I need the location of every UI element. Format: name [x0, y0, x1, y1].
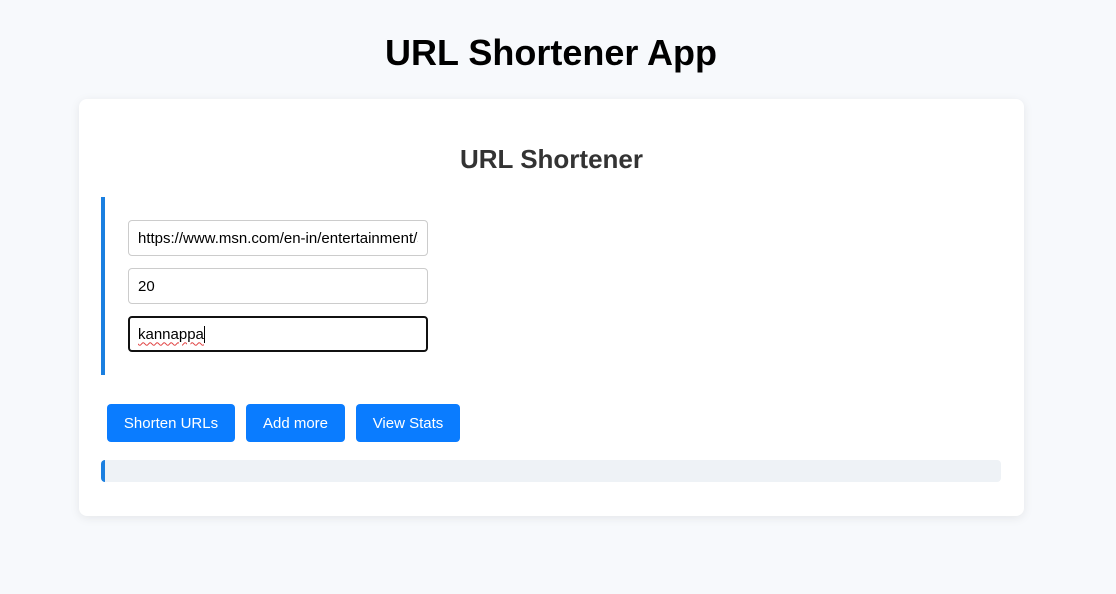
- results-panel: [101, 460, 1001, 482]
- custom-shortcode-input[interactable]: kannappa: [128, 316, 428, 352]
- long-url-input[interactable]: [128, 220, 428, 256]
- add-more-button[interactable]: Add more: [246, 404, 345, 442]
- shortcode-text: kannappa: [138, 325, 204, 343]
- shorten-urls-button[interactable]: Shorten URLs: [107, 404, 235, 442]
- url-shortener-card: URL Shortener kannappa Shorten URLs Add …: [79, 99, 1024, 516]
- text-caret: [203, 325, 205, 343]
- url-entry-block: kannappa: [101, 197, 465, 375]
- app-title: URL Shortener App: [384, 32, 717, 73]
- view-stats-button[interactable]: View Stats: [356, 404, 460, 442]
- validity-minutes-input[interactable]: [128, 268, 428, 304]
- card-title: URL Shortener: [460, 144, 643, 174]
